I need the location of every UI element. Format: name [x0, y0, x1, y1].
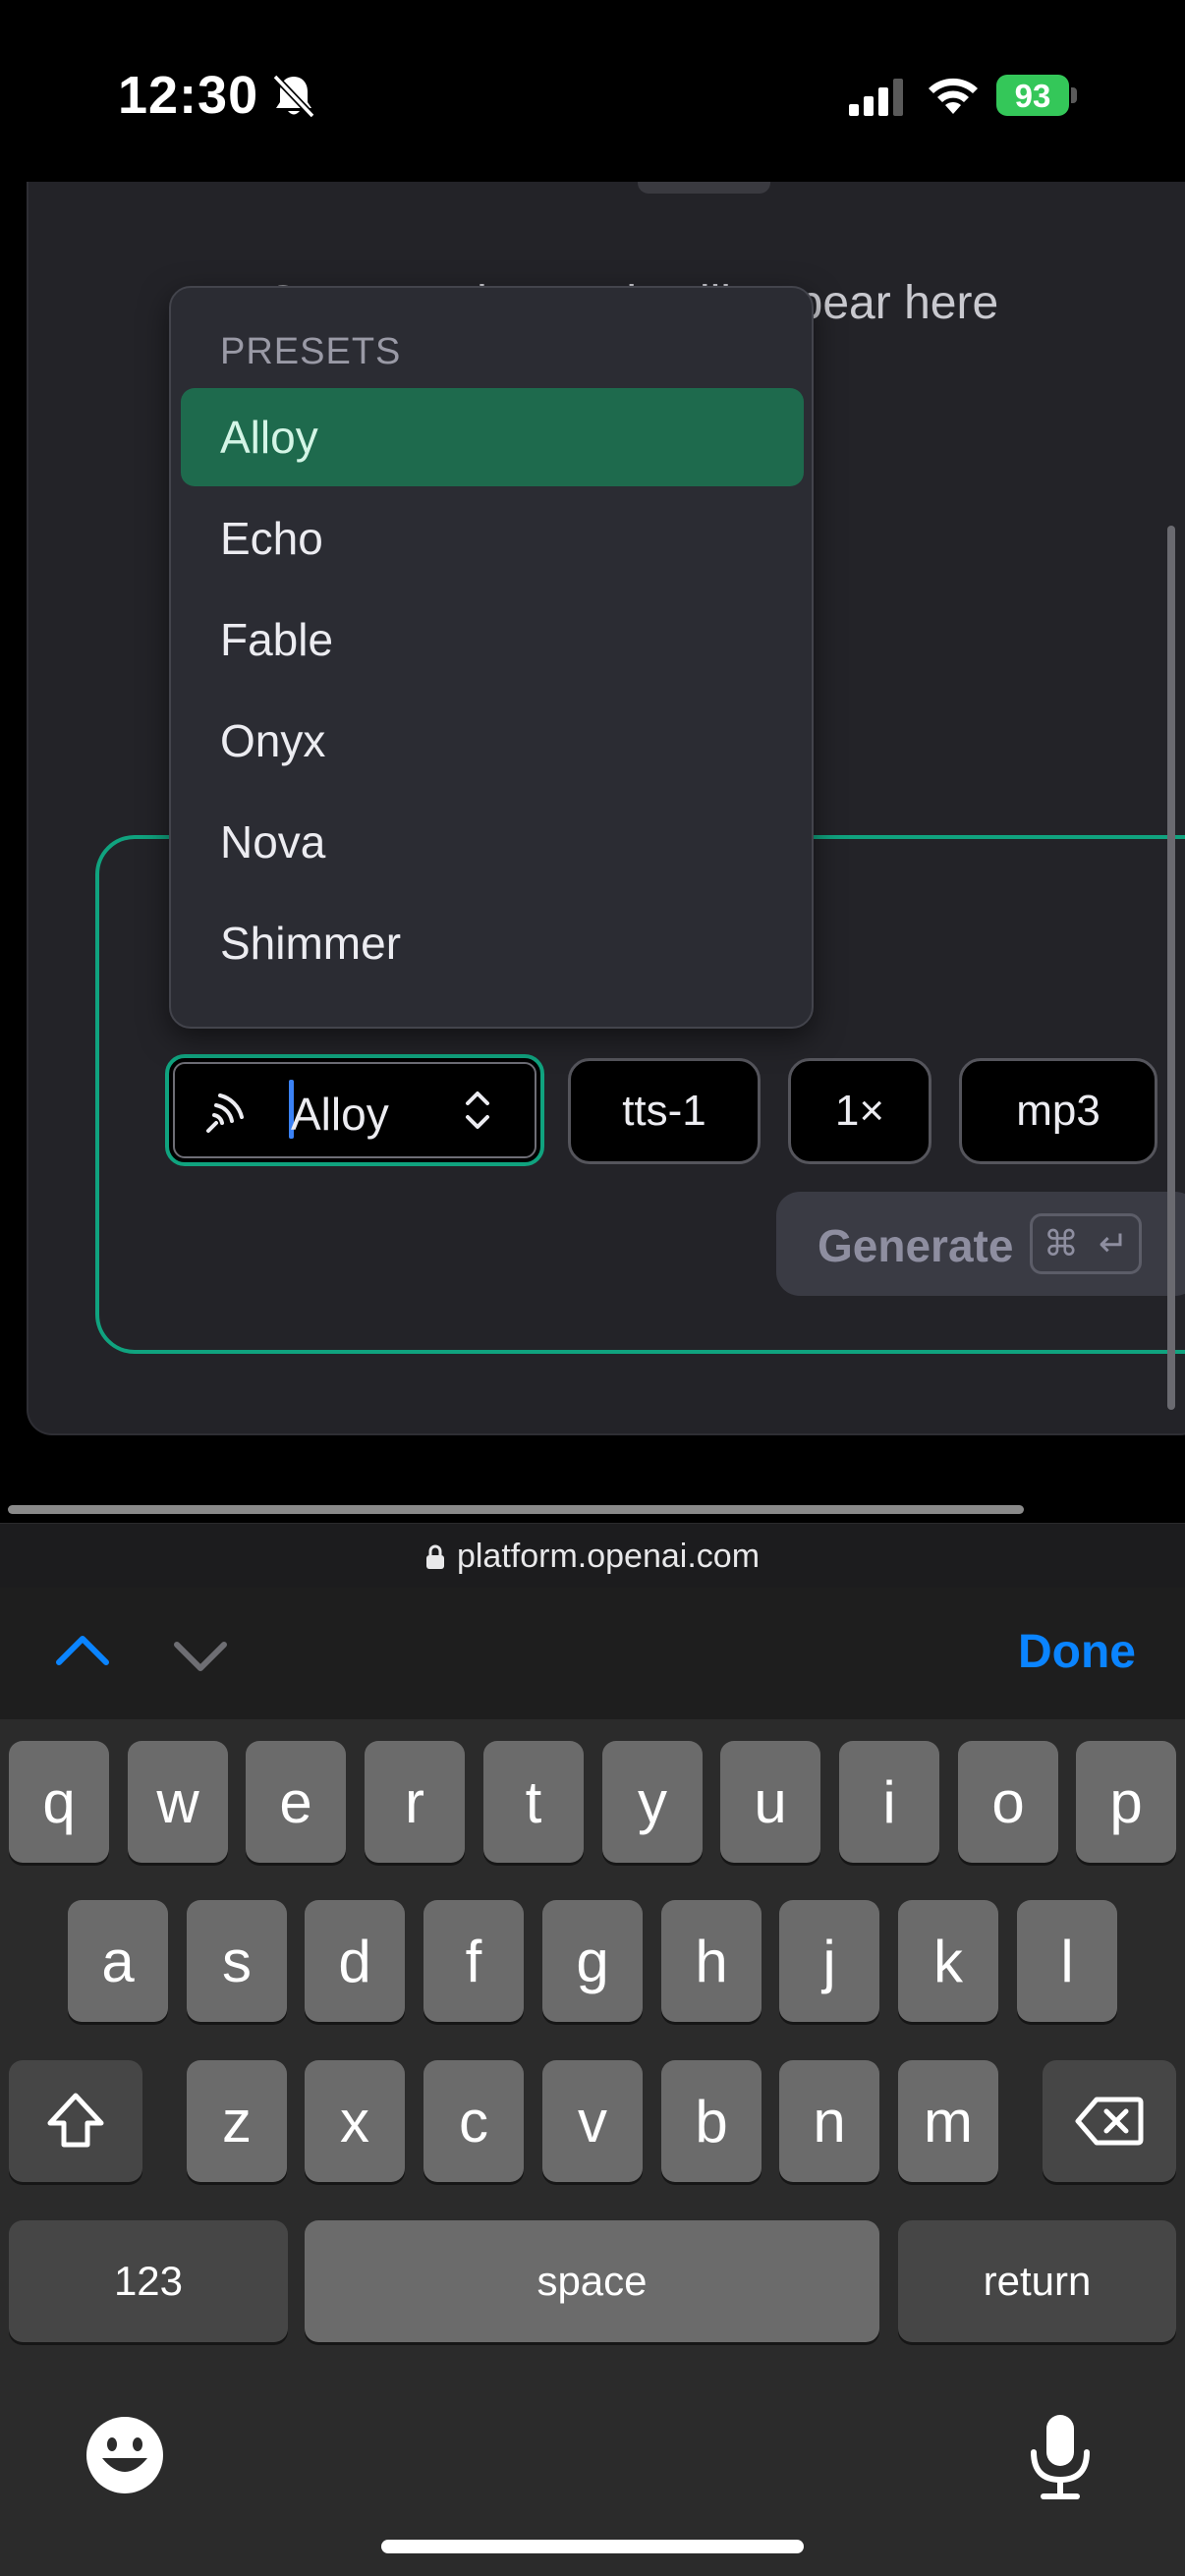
shift-arrow-icon: [47, 2093, 104, 2148]
microphone-icon[interactable]: [1026, 2411, 1095, 2501]
numbers-key[interactable]: 123: [9, 2220, 288, 2342]
voice-select[interactable]: Alloy: [165, 1054, 544, 1166]
key-q[interactable]: q: [9, 1741, 109, 1863]
web-content: Generated speech will appear here Alloy …: [0, 182, 1185, 1523]
key-u[interactable]: u: [720, 1741, 820, 1863]
key-t[interactable]: t: [483, 1741, 584, 1863]
key-j[interactable]: j: [779, 1900, 879, 2022]
key-z[interactable]: z: [187, 2060, 287, 2182]
horizontal-scrollbar[interactable]: [8, 1505, 1024, 1514]
menu-section-header: PRESETS: [220, 331, 402, 372]
space-key[interactable]: space: [305, 2220, 879, 2342]
key-h[interactable]: h: [661, 1900, 762, 2022]
format-select[interactable]: mp3: [959, 1058, 1157, 1164]
menu-item-shimmer[interactable]: Shimmer: [181, 894, 804, 992]
command-key-icon: ⌘: [1043, 1223, 1079, 1263]
backspace-icon: [1075, 2097, 1144, 2146]
done-button[interactable]: Done: [1018, 1625, 1136, 1679]
menu-item-alloy[interactable]: Alloy: [181, 388, 804, 486]
chevron-up-down-icon: [466, 1092, 489, 1129]
key-s[interactable]: s: [187, 1900, 287, 2022]
menu-item-echo[interactable]: Echo: [181, 489, 804, 588]
key-c[interactable]: c: [423, 2060, 524, 2182]
key-v[interactable]: v: [542, 2060, 643, 2182]
status-bar: 12:30 93: [0, 0, 1185, 182]
key-b[interactable]: b: [661, 2060, 762, 2182]
keyboard-accessory-bar: Done: [0, 1588, 1185, 1719]
home-indicator[interactable]: [381, 2540, 804, 2553]
clock: 12:30: [118, 66, 259, 125]
lock-icon: [425, 1544, 444, 1569]
shift-key[interactable]: [9, 2060, 142, 2182]
key-y[interactable]: y: [602, 1741, 703, 1863]
backspace-key[interactable]: [1043, 2060, 1176, 2182]
key-m[interactable]: m: [898, 2060, 998, 2182]
generate-label: Generate: [818, 1220, 1014, 1271]
key-n[interactable]: n: [779, 2060, 879, 2182]
key-w[interactable]: w: [128, 1741, 228, 1863]
model-select[interactable]: tts-1: [568, 1058, 761, 1164]
shortcut-hint: ⌘ ↵: [1030, 1213, 1142, 1274]
vertical-scrollbar[interactable]: [1167, 526, 1175, 1410]
key-f[interactable]: f: [423, 1900, 524, 2022]
menu-item-nova[interactable]: Nova: [181, 793, 804, 891]
generate-button[interactable]: Generate ⌘ ↵: [776, 1192, 1185, 1296]
onscreen-keyboard: q w e r t y u i o p a s d f g h j k l z …: [0, 1719, 1185, 2576]
next-field-chevron-down-icon[interactable]: [171, 1637, 230, 1676]
key-i[interactable]: i: [839, 1741, 939, 1863]
speed-select[interactable]: 1×: [788, 1058, 931, 1164]
key-d[interactable]: d: [305, 1900, 405, 2022]
cellular-signal-icon: [849, 79, 903, 116]
key-r[interactable]: r: [365, 1741, 465, 1863]
menu-item-fable[interactable]: Fable: [181, 590, 804, 689]
key-k[interactable]: k: [898, 1900, 998, 2022]
enter-key-icon: ↵: [1098, 1223, 1129, 1263]
previous-field-chevron-up-icon[interactable]: [53, 1631, 112, 1670]
panel-handle: [638, 182, 770, 194]
key-e[interactable]: e: [246, 1741, 346, 1863]
key-l[interactable]: l: [1017, 1900, 1117, 2022]
voice-waves-icon: [206, 1093, 244, 1133]
emoji-icon[interactable]: [85, 2415, 165, 2495]
key-o[interactable]: o: [958, 1741, 1058, 1863]
wifi-icon: [929, 78, 978, 114]
url-text: platform.openai.com: [456, 1538, 761, 1575]
battery-level: 93: [1014, 78, 1051, 114]
key-x[interactable]: x: [305, 2060, 405, 2182]
return-key[interactable]: return: [898, 2220, 1176, 2342]
address-bar[interactable]: platform.openai.com: [0, 1523, 1185, 1588]
menu-item-onyx[interactable]: Onyx: [181, 692, 804, 790]
key-g[interactable]: g: [542, 1900, 643, 2022]
bell-slash-icon: [272, 74, 315, 119]
voice-select-value: Alloy: [291, 1089, 389, 1140]
key-p[interactable]: p: [1076, 1741, 1176, 1863]
battery-charging-icon: 93: [996, 75, 1077, 116]
key-a[interactable]: a: [68, 1900, 168, 2022]
voice-dropdown-menu: PRESETS Alloy Echo Fable Onyx Nova Shimm…: [169, 286, 814, 1029]
